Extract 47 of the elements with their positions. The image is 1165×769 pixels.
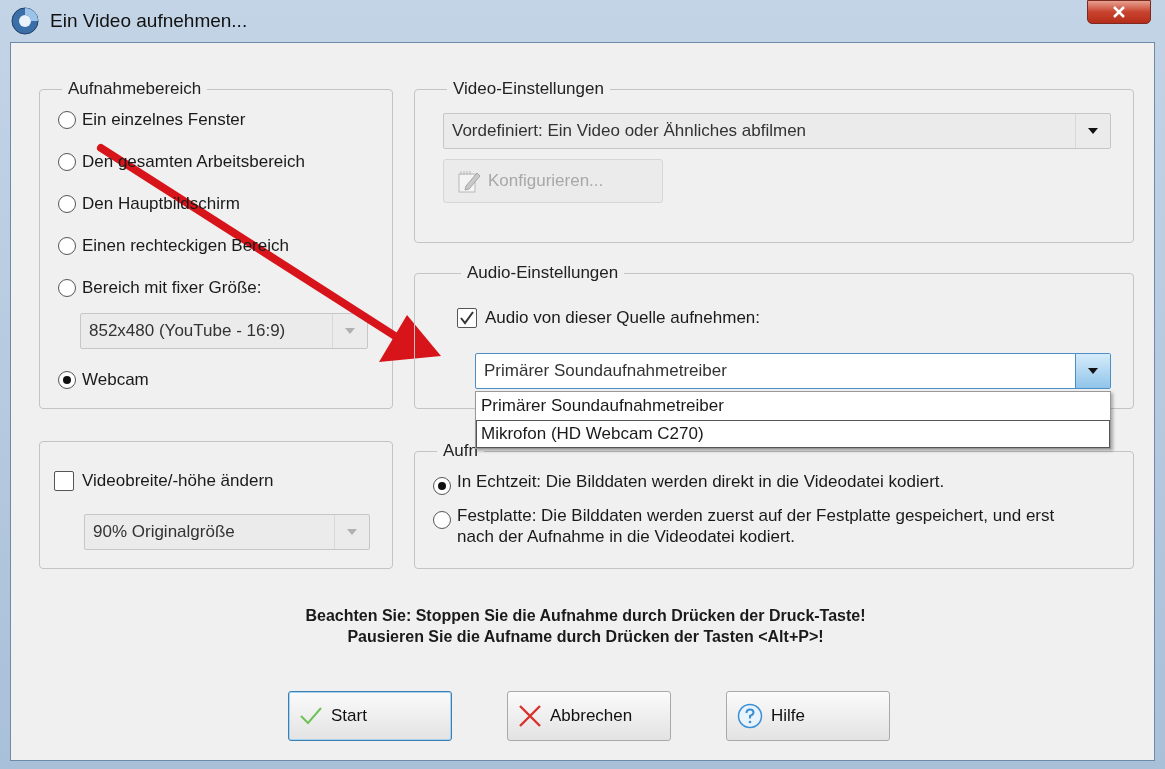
check-icon: [459, 310, 475, 326]
checkbox-label: Audio von dieser Quelle aufnehmen:: [485, 308, 760, 328]
close-icon: [1112, 6, 1126, 18]
caret-icon: [1087, 367, 1099, 375]
radio-button[interactable]: [58, 111, 76, 129]
notice-text: Pausieren Sie die Aufname durch Drücken der Tasten <Alt+P>!: [347, 627, 824, 647]
radio-button[interactable]: [58, 279, 76, 297]
dropdown-value: 852x480 (YouTube - 16:9): [88, 320, 287, 342]
window-title: Ein Video aufnehmen...: [50, 10, 248, 32]
radio-button[interactable]: [58, 237, 76, 255]
radio-button[interactable]: [58, 195, 76, 213]
dropdown-value: Primärer Soundaufnahmetreiber: [483, 360, 728, 382]
help-button[interactable]: Hilfe: [726, 691, 890, 741]
checkbox-label: Videobreite/-höhe ändern: [82, 471, 274, 491]
notice-text: Beachten Sie: Stoppen Sie die Aufnahme durch Drücken der Druck-Taste!: [305, 606, 866, 626]
radio-button[interactable]: [58, 371, 76, 389]
checkbox[interactable]: [54, 471, 74, 491]
radio-label: In Echtzeit: Die Bilddaten werden direkt in die Videodatei kodiert.: [457, 471, 945, 492]
radio-label: Festplatte: Die Bilddaten werden zuerst auf der Festplatte gespeichert, und erst nach der Aufnahme in die Videodatei kodiert.: [457, 505, 1056, 547]
radio-button[interactable]: [58, 153, 76, 171]
checkbox[interactable]: [457, 308, 477, 328]
radio-label: Webcam: [82, 370, 149, 390]
radio-button[interactable]: [433, 511, 451, 529]
list-item[interactable]: Mikrofon (HD Webcam C270): [476, 420, 1110, 448]
help-icon: [737, 703, 763, 729]
group-title: Aufn: [442, 441, 479, 461]
close-button[interactable]: [1087, 0, 1151, 24]
cancel-button[interactable]: Abbrechen: [507, 691, 671, 741]
caret-icon: [1087, 127, 1099, 135]
list-item[interactable]: Primärer Soundaufnahmetreiber: [476, 392, 1110, 420]
caret-icon: [344, 327, 356, 335]
dropdown-value: 90% Originalgröße: [92, 521, 236, 543]
group-title: Aufnahmebereich: [67, 79, 203, 99]
dropdown[interactable]: Primärer Soundaufnahmetreiber: [475, 353, 1111, 389]
notepad-pencil-icon: [456, 168, 482, 194]
cross-icon: [518, 704, 542, 728]
radio-label: Bereich mit fixer Größe:: [82, 278, 262, 298]
dropdown-value: Vordefiniert: Ein Video oder Ähnliches abfilmen: [451, 120, 808, 142]
caret-icon: [346, 528, 358, 536]
start-button[interactable]: Start: [288, 691, 452, 741]
checkmark-icon: [299, 706, 323, 726]
group-title: Video-Einstellungen: [452, 79, 605, 99]
group-title: Audio-Einstellungen: [466, 263, 620, 283]
radio-label: Ein einzelnes Fenster: [82, 110, 246, 130]
dropdown[interactable]: Vordefiniert: Ein Video oder Ähnliches abfilmen: [443, 113, 1111, 149]
app-icon: [10, 6, 40, 36]
radio-button[interactable]: [433, 477, 451, 495]
